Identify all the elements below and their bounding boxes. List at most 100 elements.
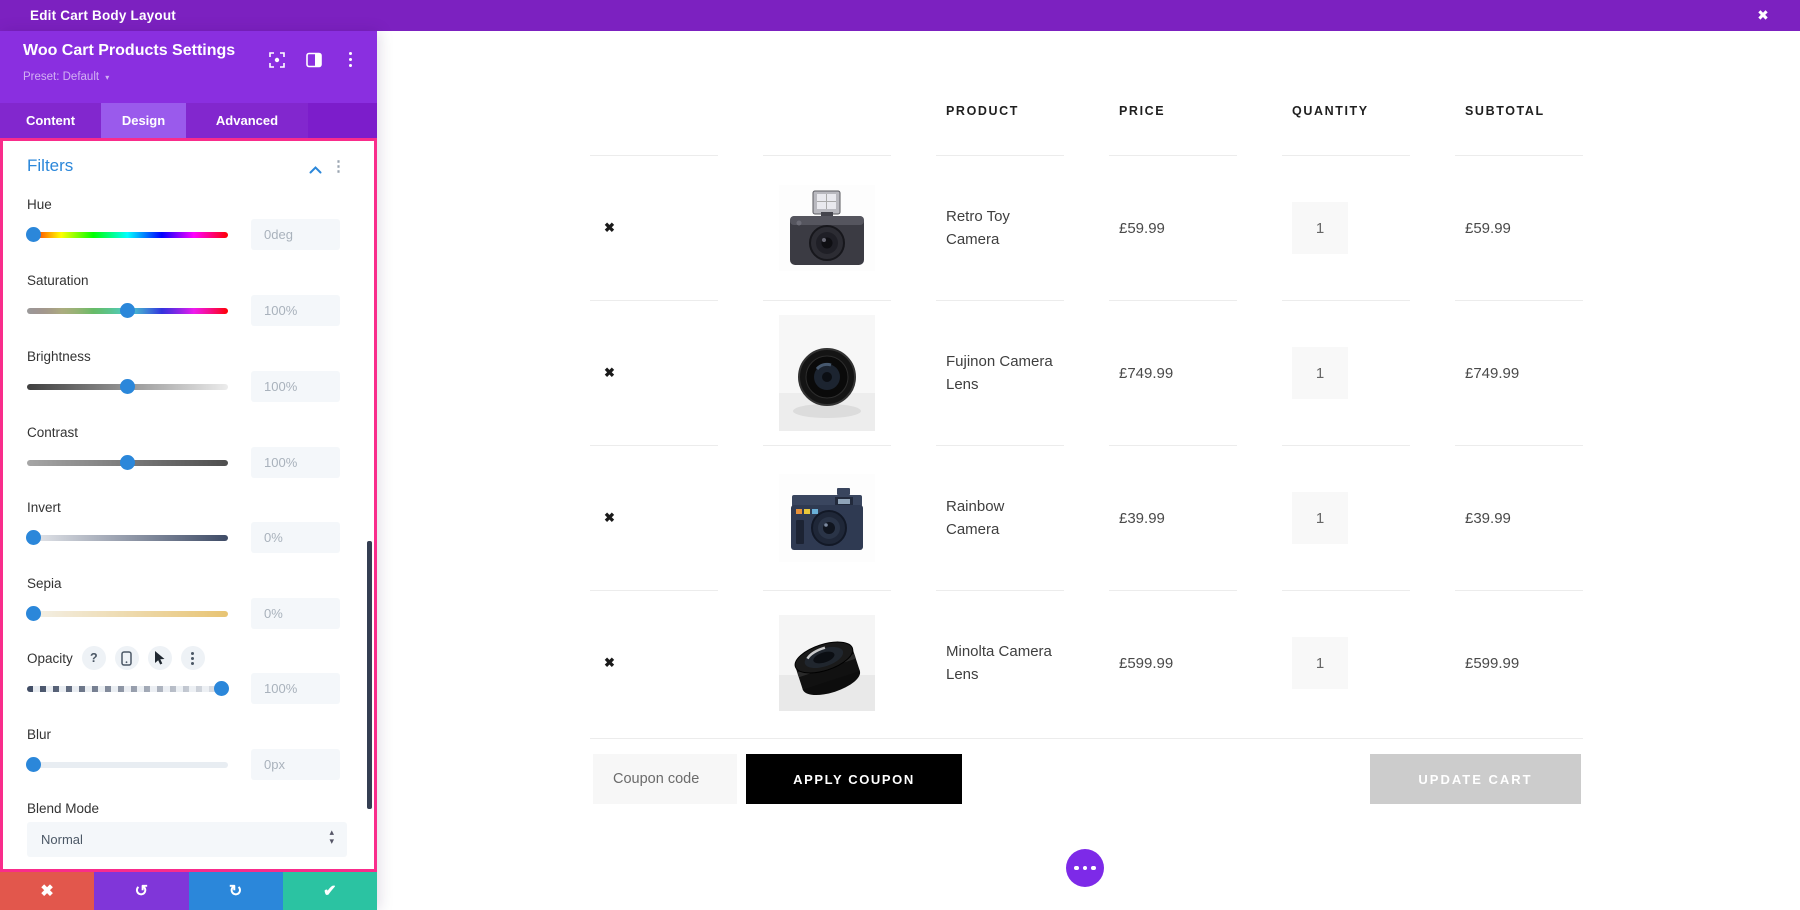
filter-label: Saturation	[27, 272, 89, 288]
product-price: £599.99	[1109, 590, 1237, 735]
remove-item-icon[interactable]: ✖	[604, 220, 615, 236]
hover-cursor-icon[interactable]	[147, 646, 172, 670]
hue-slider[interactable]	[26, 227, 228, 242]
panel-kebab-icon[interactable]	[342, 51, 359, 68]
product-name: Fujinon Camera Lens	[936, 300, 1064, 445]
slider-handle[interactable]	[120, 455, 135, 470]
page-title: Edit Cart Body Layout	[30, 8, 176, 23]
table-row-thumb-cell	[763, 300, 891, 445]
filter-row-opacity: Opacity ? 100%	[27, 646, 343, 705]
options-kebab-icon[interactable]	[180, 646, 205, 670]
dot	[1082, 865, 1088, 871]
filter-label: Sepia	[27, 575, 62, 591]
chevron-up-icon[interactable]	[309, 161, 322, 179]
slider-handle[interactable]	[26, 757, 41, 772]
table-row-thumb-cell	[763, 155, 891, 300]
filter-row-invert: Invert 0%	[26, 498, 343, 554]
opacity-value-input[interactable]: 100%	[251, 673, 340, 704]
invert-slider[interactable]	[26, 530, 228, 545]
filters-section: Filters ⋮ Hue 0deg Saturation 100% Brigh…	[0, 138, 377, 872]
contrast-value-input[interactable]: 100%	[251, 447, 340, 478]
saturation-value-input[interactable]: 100%	[251, 295, 340, 326]
panel-scrollbar-thumb[interactable]	[367, 541, 372, 809]
top-bar: Edit Cart Body Layout ✖	[0, 0, 1800, 31]
tab-content[interactable]: Content	[0, 103, 101, 138]
discard-x-icon[interactable]: ✖	[40, 881, 53, 901]
check-icon[interactable]: ✔	[323, 881, 336, 901]
undo-icon[interactable]: ↺	[135, 881, 148, 901]
slider-handle[interactable]	[26, 606, 41, 621]
product-name: Minolta Camera Lens	[936, 590, 1064, 735]
apply-coupon-button[interactable]: APPLY COUPON	[746, 754, 962, 804]
filters-kebab-icon[interactable]: ⋮	[331, 157, 346, 175]
help-icon[interactable]: ?	[81, 646, 106, 670]
quantity-input[interactable]: 1	[1292, 637, 1348, 689]
product-subtotal: £749.99	[1455, 300, 1583, 445]
blur-value-input[interactable]: 0px	[251, 749, 340, 780]
filter-label: Invert	[27, 499, 61, 515]
slider-handle[interactable]	[120, 303, 135, 318]
sepia-slider[interactable]	[26, 606, 228, 621]
product-subtotal: £59.99	[1455, 155, 1583, 300]
table-row-thumb-cell	[763, 445, 891, 590]
column-header-price: PRICE	[1119, 104, 1166, 118]
quantity-input[interactable]: 1	[1292, 492, 1348, 544]
filter-label: Blur	[27, 726, 52, 742]
settings-tabs: Content Design Advanced	[0, 103, 377, 138]
slider-handle[interactable]	[26, 227, 41, 242]
preview-toggle-icon[interactable]	[268, 51, 285, 68]
filter-row-blur: Blur 0px	[26, 725, 343, 781]
remove-item-icon[interactable]: ✖	[604, 655, 615, 671]
remove-item-icon[interactable]: ✖	[604, 510, 615, 526]
slider-handle[interactable]	[26, 530, 41, 545]
settings-panel-header: Woo Cart Products Settings Preset: Defau…	[0, 31, 377, 103]
brightness-slider[interactable]	[27, 379, 228, 394]
divi-builder-screen: Edit Cart Body Layout ✖ PRODUCT PRICE QU…	[0, 0, 1800, 910]
panel-layout-icon[interactable]	[305, 51, 322, 68]
saturation-slider[interactable]	[27, 303, 228, 318]
filter-row-hue: Hue 0deg	[26, 195, 343, 251]
update-cart-button[interactable]: UPDATE CART	[1370, 754, 1581, 804]
coupon-code-input[interactable]	[593, 754, 737, 804]
product-name: Rainbow Camera	[936, 445, 1064, 590]
panel-action-bar: ✖ ↺ ↻ ✔	[0, 872, 377, 910]
filter-row-saturation: Saturation 100%	[27, 271, 343, 327]
filter-label: Contrast	[27, 424, 79, 440]
sepia-value-input[interactable]: 0%	[251, 598, 340, 629]
product-subtotal: £599.99	[1455, 590, 1583, 735]
responsive-phone-icon[interactable]	[114, 646, 139, 670]
quantity-input[interactable]: 1	[1292, 202, 1348, 254]
product-image-rainbow-camera	[779, 474, 875, 562]
filters-section-title: Filters	[27, 156, 74, 175]
close-icon[interactable]: ✖	[1748, 0, 1778, 31]
filter-label: Hue	[27, 196, 52, 212]
blend-mode-label: Blend Mode	[27, 801, 100, 816]
hue-value-input[interactable]: 0deg	[251, 219, 340, 250]
redo-button: ↻	[188, 872, 283, 910]
quantity-input[interactable]: 1	[1292, 347, 1348, 399]
tab-advanced[interactable]: Advanced	[186, 103, 308, 138]
remove-item-icon[interactable]: ✖	[604, 365, 615, 381]
preset-dropdown[interactable]: Preset: Default ▾	[23, 71, 109, 83]
invert-value-input[interactable]: 0%	[251, 522, 340, 553]
builder-options-fab[interactable]	[1066, 849, 1104, 887]
table-row-remove-cell: ✖	[590, 590, 718, 735]
filter-row-brightness: Brightness 100%	[27, 347, 343, 403]
blur-slider[interactable]	[26, 757, 228, 772]
brightness-value-input[interactable]: 100%	[251, 371, 340, 402]
blend-mode-select[interactable]: Normal ▴ ▾	[27, 822, 347, 857]
product-image-fujinon-lens	[779, 315, 875, 431]
slider-handle[interactable]	[214, 681, 229, 696]
cart-actions-row: APPLY COUPON UPDATE CART	[590, 738, 1583, 828]
save-button: ✔	[282, 872, 377, 910]
chevron-down-icon: ▾	[105, 73, 110, 82]
slider-handle[interactable]	[120, 379, 135, 394]
table-row-thumb-cell	[763, 590, 891, 735]
select-arrows-icon: ▴ ▾	[329, 827, 334, 846]
settings-title: Woo Cart Products Settings	[23, 42, 236, 59]
product-name: Retro Toy Camera	[936, 155, 1064, 300]
contrast-slider[interactable]	[27, 455, 228, 470]
redo-icon[interactable]: ↻	[229, 881, 242, 901]
opacity-slider[interactable]	[27, 681, 229, 696]
tab-design[interactable]: Design	[101, 103, 186, 138]
